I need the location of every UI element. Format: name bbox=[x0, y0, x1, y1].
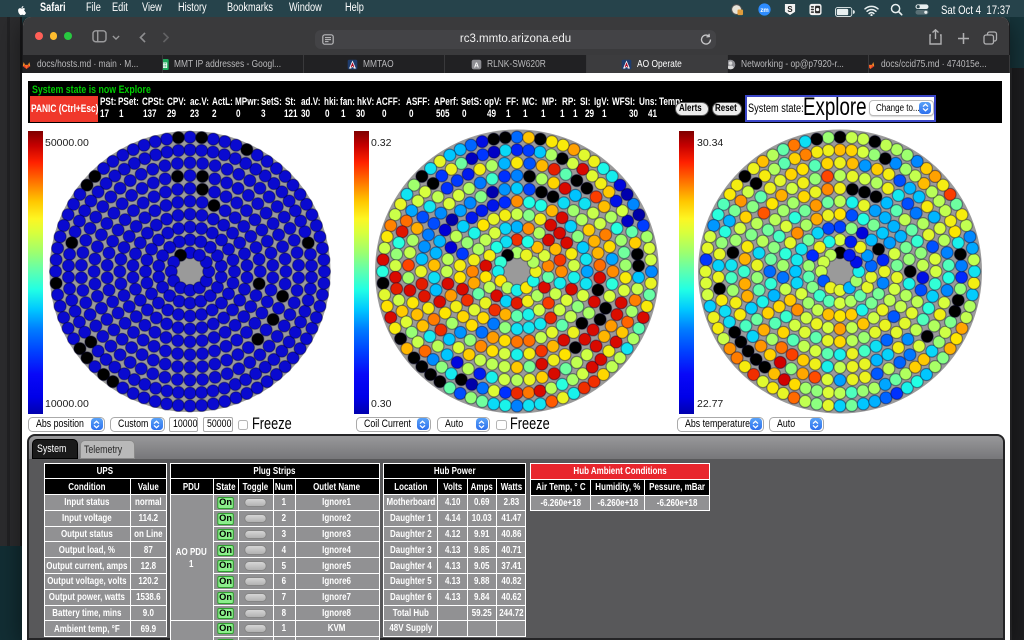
svg-text:zm: zm bbox=[760, 8, 768, 14]
svg-text:S: S bbox=[787, 5, 792, 14]
svg-text:A: A bbox=[474, 62, 479, 69]
